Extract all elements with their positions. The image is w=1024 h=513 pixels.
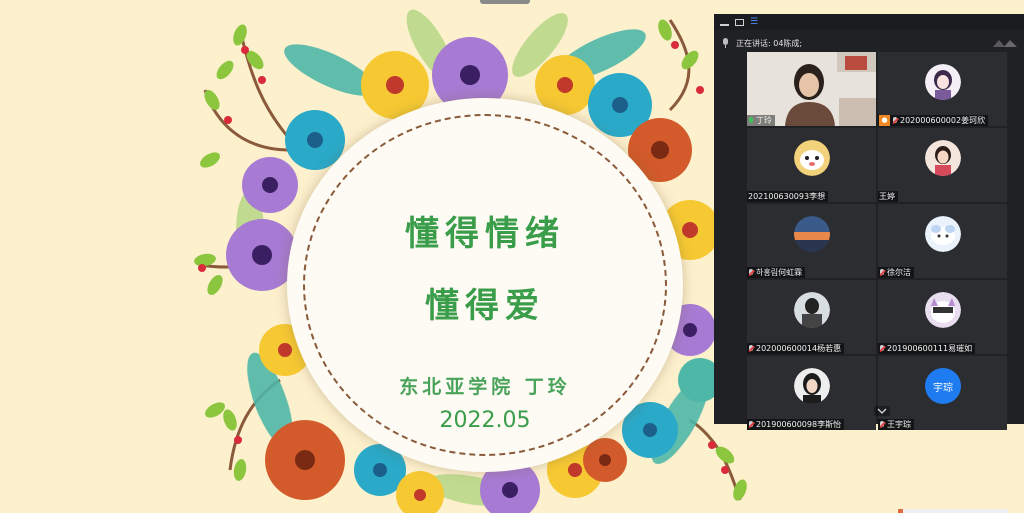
- participant-name: 王宇琮: [887, 420, 911, 429]
- slide-date: 2022.05: [439, 408, 531, 433]
- participant-name: 202000600014杨若惠: [756, 344, 842, 353]
- participant-name: 徐尔洁: [887, 268, 911, 277]
- mic-muted-icon: [879, 344, 885, 353]
- slide-author: 东北亚学院 丁玲: [399, 376, 571, 398]
- taskbar-edge: [898, 509, 1008, 513]
- participant-name-tag: 하홍림何虹霖: [747, 267, 806, 278]
- participant-tile[interactable]: 하홍림何虹霖: [747, 204, 876, 278]
- participant-name-tag: 202000600014杨若惠: [747, 343, 845, 354]
- participant-name: 201900600111易璀如: [887, 344, 973, 353]
- participant-tile[interactable]: 王婷: [878, 128, 1007, 202]
- participant-avatar: [925, 64, 961, 100]
- mic-muted-icon: [892, 116, 898, 125]
- participant-name: 王婷: [879, 192, 895, 201]
- participant-name-tag: 丁玲: [747, 115, 775, 126]
- participant-name: 丁玲: [756, 116, 772, 125]
- meeting-participant-panel: ☰ 正在讲话: 04陈成; 丁玲 ● 202000600002姜珂欣 20210…: [714, 14, 1024, 430]
- mic-muted-icon: [748, 268, 754, 277]
- participant-tile[interactable]: 201900600111易璀如: [878, 280, 1007, 354]
- participant-name-tag: 201900600098李斯怡: [747, 419, 845, 430]
- list-view-icon[interactable]: ☰: [750, 17, 758, 26]
- slide-title-line-1: 懂得情绪: [405, 214, 565, 254]
- mic-muted-icon: [748, 344, 754, 353]
- meeting-logo-icon: [993, 40, 1017, 47]
- mic-icon: [722, 38, 729, 48]
- participant-name-tag: 王宇琮: [878, 419, 914, 430]
- participant-avatar: [925, 292, 961, 328]
- participant-avatar: [794, 292, 830, 328]
- window-icon[interactable]: [735, 18, 744, 26]
- participant-name-tag: ● 202000600002姜珂欣: [878, 115, 989, 126]
- chevron-down-icon[interactable]: [874, 406, 890, 416]
- panel-toolbar: ☰: [714, 14, 1024, 30]
- speaking-label: 正在讲话: 04陈成;: [736, 38, 803, 48]
- participant-tile[interactable]: 201900600098李斯怡: [747, 356, 876, 430]
- participant-name-tag: 202100630093李想: [747, 191, 829, 202]
- participant-name: 202100630093李想: [748, 192, 826, 201]
- participant-text-avatar: 宇琮: [925, 368, 961, 404]
- participant-name-tag: 王婷: [878, 191, 898, 202]
- participant-avatar: [794, 140, 830, 176]
- participant-name-tag: 徐尔洁: [878, 267, 914, 278]
- slide-title-line-2: 懂得爱: [425, 286, 545, 326]
- participant-tile[interactable]: ● 202000600002姜珂欣: [878, 52, 1007, 126]
- host-badge-icon: ●: [879, 115, 890, 126]
- participant-tile[interactable]: 徐尔洁: [878, 204, 1007, 278]
- participant-tile[interactable]: 丁玲: [747, 52, 876, 126]
- mic-muted-icon: [879, 268, 885, 277]
- participant-tile[interactable]: 202100630093李想: [747, 128, 876, 202]
- participant-avatar: [794, 216, 830, 252]
- participant-name: 201900600098李斯怡: [756, 420, 842, 429]
- participant-tile[interactable]: 宇琮 王宇琮: [878, 356, 1007, 430]
- participant-avatar: [925, 140, 961, 176]
- participant-tile[interactable]: 202000600014杨若惠: [747, 280, 876, 354]
- participant-name: 202000600002姜珂欣: [900, 116, 986, 125]
- minimize-icon[interactable]: [720, 19, 729, 26]
- participant-avatar: [794, 368, 830, 404]
- participant-avatar: [925, 216, 961, 252]
- participant-name-tag: 201900600111易璀如: [878, 343, 976, 354]
- participant-grid: 丁玲 ● 202000600002姜珂欣 202100630093李想 王婷 하…: [747, 52, 1008, 430]
- participant-name: 하홍림何虹霖: [756, 268, 803, 277]
- mic-muted-icon: [748, 420, 754, 429]
- mic-muted-icon: [879, 420, 885, 429]
- mic-on-icon: [748, 116, 754, 125]
